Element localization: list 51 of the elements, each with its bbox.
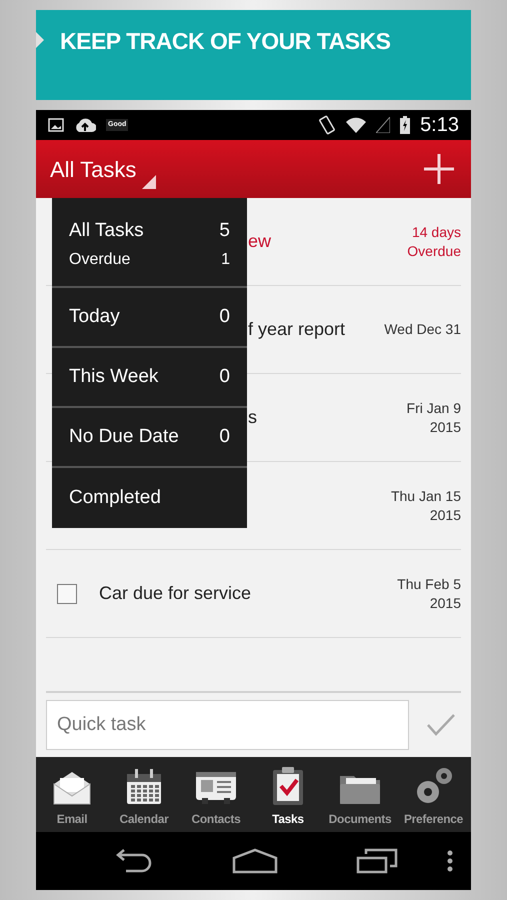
due-date: Thu Jan 15 <box>390 486 461 506</box>
due-date: Wed Dec 31 <box>384 320 461 339</box>
dropdown-corner-icon <box>142 175 156 189</box>
filter-item[interactable]: Overdue 1 <box>52 246 247 288</box>
cloud-upload-icon <box>74 117 96 133</box>
add-button[interactable] <box>421 151 457 187</box>
filter-item[interactable]: Today 0 <box>52 288 247 348</box>
due-date: 2015 <box>430 418 461 436</box>
list-filter-dropdown[interactable]: All Tasks <box>50 147 156 191</box>
filter-item[interactable]: Completed <box>52 468 247 528</box>
filter-item[interactable]: No Due Date 0 <box>52 408 247 468</box>
home-button[interactable] <box>232 848 278 874</box>
task-title: Car due for service <box>99 582 252 605</box>
due-date: 2015 <box>430 594 461 612</box>
quick-task-field[interactable]: Quick task <box>46 700 409 750</box>
nav-tab[interactable]: Documents <box>324 770 396 828</box>
due-date: Thu Feb 5 <box>397 574 461 594</box>
nav-tab[interactable]: Contacts <box>180 770 252 828</box>
banner-title: KEEP TRACK OF YOUR TASKS <box>60 27 390 56</box>
recent-apps-button[interactable] <box>356 848 398 874</box>
image-icon <box>48 118 64 132</box>
nav-tab[interactable]: Preference <box>396 766 471 828</box>
nav-tab[interactable]: Calendar <box>108 768 180 828</box>
more-icon <box>447 850 453 872</box>
notch-icon <box>36 32 44 48</box>
due-date: Fri Jan 9 <box>406 398 461 418</box>
due-date: Overdue <box>407 242 461 260</box>
calendar-icon <box>125 768 163 806</box>
signal-icon <box>376 117 390 133</box>
task-title: ew <box>248 230 272 253</box>
filter-item[interactable]: This Week 0 <box>52 348 247 408</box>
task-title: s <box>248 406 258 429</box>
recent-apps-icon <box>356 848 398 874</box>
filter-item[interactable]: All Tasks 5 <box>52 198 247 246</box>
clipboard-check-icon <box>271 766 305 806</box>
task-checkbox[interactable] <box>57 584 77 604</box>
plus-icon <box>424 154 454 184</box>
contact-card-icon <box>195 770 237 806</box>
nav-tab[interactable]: Tasks <box>252 766 324 828</box>
nav-tab[interactable]: Email <box>36 770 108 828</box>
due-date: 14 days <box>412 222 461 242</box>
wifi-icon <box>346 117 366 133</box>
home-icon <box>232 848 278 874</box>
due-date: 2015 <box>430 506 461 524</box>
overflow-menu-button[interactable] <box>447 850 453 872</box>
phone-rotate-icon <box>318 115 336 135</box>
checkmark-icon <box>426 713 456 737</box>
envelope-icon <box>52 770 92 806</box>
battery-charging-icon <box>400 116 410 134</box>
clock: 5:13 <box>420 113 459 138</box>
task-title: f year report <box>248 318 346 341</box>
